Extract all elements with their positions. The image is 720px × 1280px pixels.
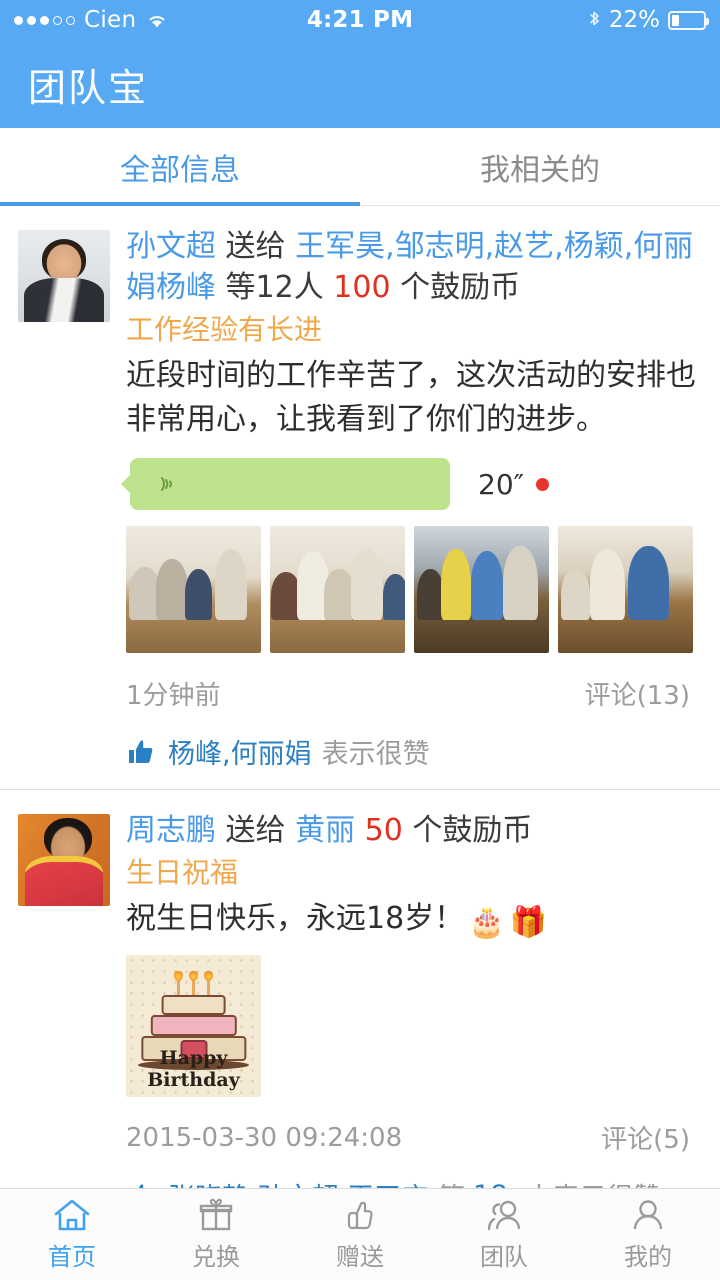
home-icon (52, 1197, 92, 1233)
like-names[interactable]: 杨峰,何丽娟 (168, 732, 312, 771)
post-sender[interactable]: 周志鹏 (126, 813, 216, 848)
tab-label: 全部信息 (120, 152, 240, 188)
post-tag: 工作经验有长进 (126, 313, 323, 346)
post-content: 祝生日快乐，永远18岁！ 🎂 🎁 (126, 895, 696, 941)
app-header: 团队宝 (0, 40, 720, 128)
thumbs-up-icon[interactable] (126, 1181, 156, 1188)
signal-dot-empty (53, 15, 62, 25)
like-names[interactable]: 张晓静,孙文超,王天庆 (168, 1176, 428, 1188)
thumbs-up-icon[interactable] (126, 737, 156, 767)
like-suffix: 表示很赞 (321, 739, 430, 770)
voice-unread-dot (536, 477, 550, 491)
tab-label: 我相关的 (480, 152, 600, 188)
tab-related-to-me[interactable]: 我相关的 (360, 128, 720, 205)
tabbar-item-give[interactable]: 赠送 (288, 1197, 432, 1272)
signal-dot (40, 15, 49, 25)
wifi-icon (146, 12, 168, 29)
voice-bubble[interactable] (130, 458, 450, 510)
photo-thumbnail[interactable] (558, 526, 693, 653)
post-image[interactable]: Happy Birthday (126, 955, 261, 1097)
photo-thumbnail[interactable] (126, 526, 261, 653)
person-icon (628, 1197, 668, 1233)
post-headline: 孙文超 送给 王军昊,邹志明,赵艺,杨颖,何丽娟杨峰 等12人 100 个鼓励币 (126, 226, 696, 308)
signal-dot (14, 15, 23, 25)
like-row: 杨峰,何丽娟 表示很赞 (126, 732, 696, 771)
comments-link[interactable]: 评论(5) (601, 1119, 696, 1156)
tabbar-item-mine[interactable]: 我的 (576, 1197, 720, 1272)
tabbar-label: 我的 (624, 1243, 672, 1271)
tabbar-label: 兑换 (192, 1243, 240, 1271)
photo-thumbnail[interactable] (270, 526, 405, 653)
post-time: 1分钟前 (126, 681, 221, 711)
post-meta: 2015-03-30 09:24:08 评论(5) (126, 1119, 696, 1156)
post-meta: 1分钟前 评论(13) (126, 675, 696, 712)
thumbs-up-icon (340, 1197, 380, 1233)
image-caption: Happy Birthday (147, 1047, 240, 1092)
post-amount: 50 (364, 813, 403, 848)
post-tag: 生日祝福 (126, 856, 239, 889)
app-screen: Cien 4:21 PM 22% 团队宝 全部信息 我相关的 孙文超 送给 王军… (0, 0, 720, 1280)
photo-grid[interactable] (126, 526, 696, 653)
page-title: 团队宝 (28, 65, 149, 110)
post-content-text: 祝生日快乐，永远18岁！ (126, 901, 465, 936)
birthday-cake-emoji: 🎂 (468, 905, 506, 940)
avatar[interactable] (18, 230, 110, 322)
bluetooth-icon (588, 10, 601, 30)
tabbar-label: 首页 (48, 1243, 96, 1271)
segment-tabs: 全部信息 我相关的 (0, 128, 720, 206)
tabbar-label: 团队 (480, 1243, 528, 1271)
like-count: 18 (473, 1180, 507, 1188)
tabbar-item-team[interactable]: 团队 (432, 1197, 576, 1272)
tabbar-item-exchange[interactable]: 兑换 (144, 1197, 288, 1272)
like-mid-text: 等 (438, 1176, 465, 1188)
post-body: 周志鹏 送给 黄丽 50 个鼓励币 生日祝福 祝生日快乐，永远18岁！🎂🎁 (126, 810, 696, 1188)
tabbar-label: 赠送 (336, 1243, 384, 1271)
post-others: 等12人 (225, 270, 324, 305)
signal-dot (27, 15, 36, 25)
post-unit: 个鼓励币 (412, 813, 533, 848)
status-bar: Cien 4:21 PM 22% (0, 0, 720, 40)
signal-strength-dots (14, 15, 75, 25)
signal-dot-empty (66, 15, 75, 25)
carrier-name: Cien (84, 7, 137, 33)
post-amount: 100 (333, 270, 391, 305)
post-content: 近段时间的工作辛苦了，这次活动的安排也非常用心，让我看到了你们的进步。 (126, 358, 696, 437)
post-sender[interactable]: 孙文超 (126, 229, 216, 264)
feed-list[interactable]: 孙文超 送给 王军昊,邹志明,赵艺,杨颖,何丽娟杨峰 等12人 100 个鼓励币… (0, 206, 720, 1188)
post-headline: 周志鹏 送给 黄丽 50 个鼓励币 (126, 810, 696, 851)
like-suffix: 人表示很赞 (526, 1176, 661, 1188)
tabbar-item-home[interactable]: 首页 (0, 1197, 144, 1272)
status-right: 22% (588, 7, 709, 33)
feed-post[interactable]: 周志鹏 送给 黄丽 50 个鼓励币 生日祝福 祝生日快乐，永远18岁！🎂🎁 (0, 789, 720, 1188)
people-icon (484, 1197, 524, 1233)
photo-thumbnail[interactable] (414, 526, 549, 653)
post-action: 送给 (225, 813, 286, 848)
feed-post[interactable]: 孙文超 送给 王军昊,邹志明,赵艺,杨颖,何丽娟杨峰 等12人 100 个鼓励币… (0, 206, 720, 789)
voice-message[interactable]: 20″ (130, 458, 696, 510)
post-body: 孙文超 送给 王军昊,邹志明,赵艺,杨颖,何丽娟杨峰 等12人 100 个鼓励币… (126, 226, 696, 789)
avatar[interactable] (18, 814, 110, 906)
comments-link[interactable]: 评论(13) (585, 675, 696, 712)
bottom-tab-bar: 首页 兑换 赠送 团队 我的 (0, 1188, 720, 1280)
post-recipients[interactable]: 黄丽 (295, 813, 355, 848)
battery-icon (668, 10, 709, 30)
post-unit: 个鼓励币 (400, 270, 521, 305)
battery-percent: 22% (608, 7, 660, 33)
status-left: Cien (14, 7, 168, 33)
tab-all-messages[interactable]: 全部信息 (0, 128, 360, 206)
post-time: 2015-03-30 09:24:08 (126, 1122, 403, 1153)
like-row: 张晓静,孙文超,王天庆 等 18 人表示很赞 (126, 1176, 696, 1188)
post-action: 送给 (225, 229, 286, 264)
sound-wave-icon (154, 471, 180, 497)
voice-duration: 20″ (478, 467, 525, 501)
gift-icon (196, 1197, 236, 1233)
gift-emoji: 🎁 (509, 905, 547, 940)
